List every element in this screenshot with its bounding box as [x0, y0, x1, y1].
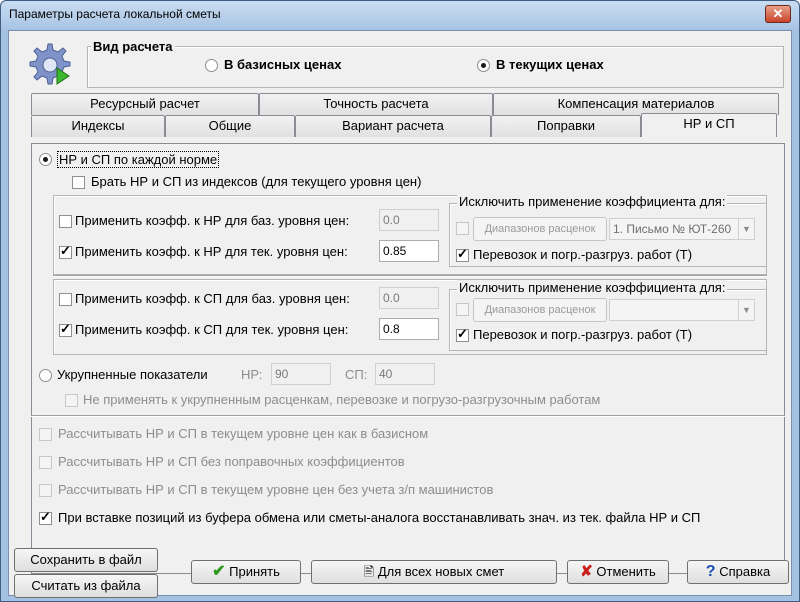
title-bar[interactable]: Параметры расчета локальной сметы ✕: [1, 1, 799, 29]
accept-button-label: Принять: [229, 564, 280, 579]
dialog-client: Вид расчета В базисных ценах В текущих ц…: [8, 30, 792, 598]
aggregated-nr-input[interactable]: 90: [271, 363, 331, 385]
all-new-estimates-label: Для всех новых смет: [377, 564, 505, 579]
option-no-machinist-pay-label[interactable]: Рассчитывать НР и СП в текущем уровне це…: [58, 482, 493, 497]
per-norm-label[interactable]: НР и СП по каждой норме: [57, 151, 220, 168]
nr-exclude-title: Исключить применение коэффициента для:: [457, 194, 728, 209]
nr-cur-label[interactable]: Применить коэфф. к НР для тек. уровня це…: [75, 244, 348, 259]
sp-transport-label[interactable]: Перевозок и погр.-разгруз. работ (Т): [473, 327, 692, 342]
nr-cur-input[interactable]: 0.85: [379, 240, 439, 262]
per-norm-radio[interactable]: [39, 153, 52, 166]
nr-transport-checkbox[interactable]: ✓: [456, 247, 469, 262]
calc-type-group: [87, 46, 784, 88]
current-prices-label[interactable]: В текущих ценах: [496, 57, 604, 72]
option-base-as-current-label[interactable]: Рассчитывать НР и СП в текущем уровне це…: [58, 426, 428, 441]
settings-gear-icon: [23, 40, 73, 88]
chevron-down-icon: ▼: [738, 300, 754, 320]
help-button[interactable]: ? Справка: [687, 560, 789, 584]
document-icon: 🖹: [363, 564, 375, 579]
current-prices-radio[interactable]: [477, 59, 490, 72]
sp-base-label[interactable]: Применить коэфф. к СП для баз. уровня це…: [75, 291, 350, 306]
nr-base-label[interactable]: Применить коэфф. к НР для баз. уровня це…: [75, 213, 349, 228]
nr-ranges-button[interactable]: Диапазонов расценок: [473, 217, 607, 241]
aggregated-nr-label: НР:: [241, 367, 263, 382]
from-indexes-checkbox[interactable]: [72, 176, 85, 189]
aggregated-radio[interactable]: [39, 369, 52, 382]
from-indexes-label[interactable]: Брать НР и СП из индексов (для текущего …: [91, 174, 421, 189]
nr-ranges-checkbox[interactable]: [456, 222, 469, 235]
panel-separator: [31, 415, 785, 417]
aggregated-sp-input[interactable]: 40: [375, 363, 435, 385]
dialog-window: Параметры расчета локальной сметы ✕ Вид …: [0, 0, 800, 602]
tab-precision[interactable]: Точность расчета: [259, 93, 493, 115]
aggregated-sp-label: СП:: [345, 367, 368, 382]
group-separator: [53, 275, 767, 277]
save-to-file-button[interactable]: Сохранить в файл: [14, 548, 158, 572]
option-no-corrections-checkbox[interactable]: [39, 456, 52, 469]
aggregated-label[interactable]: Укрупненные показатели: [57, 367, 208, 382]
sp-base-input[interactable]: 0.0: [379, 287, 439, 309]
all-new-estimates-button[interactable]: 🖹 Для всех новых смет: [311, 560, 557, 584]
option-no-corrections-label[interactable]: Рассчитывать НР и СП без поправочных коэ…: [58, 454, 405, 469]
question-mark-icon: ?: [705, 563, 716, 580]
sp-exclude-title: Исключить применение коэффициента для:: [457, 280, 728, 295]
nr-cur-checkbox[interactable]: ✓: [59, 244, 72, 259]
chevron-down-icon: ▼: [738, 219, 754, 239]
option-base-as-current-checkbox[interactable]: [39, 428, 52, 441]
sp-ranges-button[interactable]: Диапазонов расценок: [473, 298, 607, 322]
checkmark-icon: ✔: [212, 563, 226, 580]
option-restore-from-file-checkbox[interactable]: ✓: [39, 510, 52, 525]
not-apply-label[interactable]: Не применять к укрупненным расценкам, пе…: [83, 392, 600, 407]
accept-button[interactable]: ✔ Принять: [191, 560, 301, 584]
nr-base-checkbox[interactable]: [59, 215, 72, 228]
base-prices-label[interactable]: В базисных ценах: [224, 57, 341, 72]
cancel-button[interactable]: ✘ Отменить: [567, 560, 669, 584]
tab-materials-compensation[interactable]: Компенсация материалов: [493, 93, 779, 115]
tab-corrections[interactable]: Поправки: [491, 115, 641, 137]
tab-resource-calc[interactable]: Ресурсный расчет: [31, 93, 259, 115]
tab-calc-variant[interactable]: Вариант расчета: [295, 115, 491, 137]
cancel-button-label: Отменить: [596, 564, 656, 579]
tab-nr-sp[interactable]: НР и СП: [641, 113, 777, 137]
load-from-file-button[interactable]: Считать из файла: [14, 574, 158, 598]
sp-cur-label[interactable]: Применить коэфф. к СП для тек. уровня це…: [75, 322, 348, 337]
nr-transport-label[interactable]: Перевозок и погр.-разгруз. работ (Т): [473, 247, 692, 262]
sp-ranges-select[interactable]: ▼: [609, 299, 755, 321]
tab-general[interactable]: Общие: [165, 115, 295, 137]
option-restore-from-file-label[interactable]: При вставке позиций из буфера обмена или…: [58, 510, 700, 525]
base-prices-radio[interactable]: [205, 59, 218, 72]
sp-transport-checkbox[interactable]: ✓: [456, 327, 469, 342]
sp-ranges-checkbox[interactable]: [456, 303, 469, 316]
tab-indexes[interactable]: Индексы: [31, 115, 165, 137]
not-apply-checkbox[interactable]: [65, 394, 78, 407]
sp-cur-checkbox[interactable]: ✓: [59, 322, 72, 337]
cross-icon: ✘: [580, 563, 593, 580]
sp-cur-input[interactable]: 0.8: [379, 318, 439, 340]
nr-base-input[interactable]: 0.0: [379, 209, 439, 231]
nr-ranges-select-value: 1. Письмо № ЮТ-260: [613, 222, 732, 236]
nr-ranges-select[interactable]: 1. Письмо № ЮТ-260 ▼: [609, 218, 755, 240]
calc-type-title: Вид расчета: [91, 39, 175, 54]
close-button[interactable]: ✕: [765, 5, 791, 23]
option-no-machinist-pay-checkbox[interactable]: [39, 484, 52, 497]
help-button-label: Справка: [719, 564, 771, 579]
window-title: Параметры расчета локальной сметы: [9, 7, 221, 21]
sp-base-checkbox[interactable]: [59, 293, 72, 306]
